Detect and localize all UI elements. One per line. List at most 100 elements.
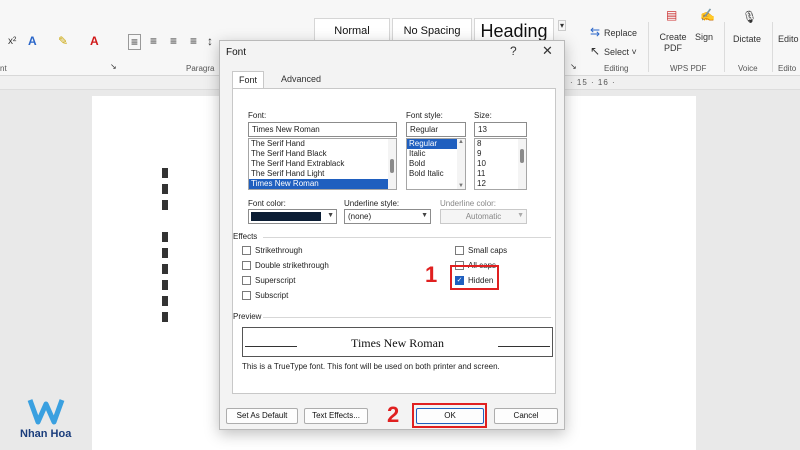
font-color-label: Font color:	[248, 199, 286, 208]
editing-group-label: Editing	[604, 64, 629, 73]
align-right-icon[interactable]: ≡	[170, 34, 177, 48]
paragraph-mark	[162, 296, 168, 306]
font-color-swatch	[251, 212, 321, 221]
strikethrough-checkbox[interactable]	[242, 246, 251, 255]
paragraph-mark	[162, 232, 168, 242]
replace-icon[interactable]: ⇆	[590, 25, 600, 39]
divider	[772, 22, 773, 72]
underline-style-dropdown[interactable]: (none) ▼	[344, 209, 431, 224]
underline-style-label: Underline style:	[344, 199, 400, 208]
font-name-list[interactable]: The Serif Hand The Serif Hand Black The …	[248, 138, 397, 190]
scroll-down-icon[interactable]: ▼	[458, 183, 464, 189]
step-1-label: 1	[425, 262, 438, 287]
font-dialog-launcher-icon[interactable]: ↘	[110, 62, 117, 71]
styles-more-icon[interactable]: ▾	[558, 20, 567, 31]
double-strikethrough-checkbox[interactable]	[242, 261, 251, 270]
paragraph-mark	[162, 264, 168, 274]
step-2-label: 2	[387, 402, 400, 427]
font-style-list[interactable]: Regular Italic Bold Bold Italic ▲ ▼	[406, 138, 466, 190]
text-effects-icon[interactable]: A	[28, 34, 37, 48]
divider	[263, 317, 551, 318]
microphone-icon: 🎙	[742, 10, 758, 24]
preview-line	[498, 346, 550, 347]
scrollbar[interactable]	[518, 139, 526, 189]
justify-icon[interactable]: ≡	[190, 34, 197, 48]
list-item[interactable]: The Serif Hand Light	[249, 169, 396, 179]
help-icon[interactable]: ?	[510, 44, 517, 58]
voice-group-label: Voice	[738, 64, 758, 73]
subscript-label[interactable]: Subscript	[255, 291, 288, 300]
double-strikethrough-label[interactable]: Double strikethrough	[255, 261, 329, 270]
preview-section-label: Preview	[233, 312, 262, 321]
list-item[interactable]: The Serif Hand Extrablack	[249, 159, 396, 169]
effects-section-label: Effects	[233, 232, 258, 241]
ok-highlight-box	[412, 403, 487, 428]
ruler-marks: · 15 · 16 ·	[570, 78, 616, 87]
tab-font[interactable]: Font	[232, 71, 265, 88]
create-pdf-icon: ▤	[666, 8, 678, 22]
tab-advanced[interactable]: Advanced	[275, 71, 327, 88]
preview-box: Times New Roman	[242, 327, 553, 357]
superscript-icon[interactable]: x²	[8, 36, 16, 47]
scrollbar[interactable]: ▲ ▼	[457, 139, 465, 189]
font-name-input[interactable]: Times New Roman	[248, 122, 397, 137]
styles-dialog-launcher-icon[interactable]: ↘	[570, 62, 577, 71]
editor-button[interactable]: Edito	[778, 34, 799, 44]
strikethrough-label[interactable]: Strikethrough	[255, 246, 303, 255]
wps-pdf-group-label: WPS PDF	[670, 64, 707, 73]
small-caps-checkbox[interactable]	[455, 246, 464, 255]
sign-icon: ✍	[700, 8, 715, 22]
set-as-default-button[interactable]: Set As Default	[226, 408, 298, 424]
underline-color-label: Underline color:	[440, 199, 497, 208]
font-color-dropdown[interactable]: ▼	[248, 209, 337, 224]
align-center-icon[interactable]: ≡	[150, 34, 157, 48]
line-spacing-icon[interactable]: ↕	[207, 34, 213, 48]
paragraph-mark	[162, 312, 168, 322]
highlight-icon[interactable]: ✎	[58, 34, 68, 48]
list-item[interactable]: The Serif Hand	[249, 139, 396, 149]
dictate-button[interactable]: Dictate	[733, 34, 761, 44]
superscript-checkbox[interactable]	[242, 276, 251, 285]
font-style-label: Font style:	[406, 111, 443, 120]
sign-button[interactable]: Sign	[695, 32, 713, 42]
create-pdf-button[interactable]: Create PDF	[658, 32, 688, 54]
hidden-highlight-box	[450, 265, 499, 290]
list-item[interactable]: The Serif Hand Black	[249, 149, 396, 159]
font-group-label: nt	[0, 64, 7, 73]
underline-color-dropdown[interactable]: Automatic ▼	[440, 209, 527, 224]
dialog-title: Font	[226, 47, 247, 58]
font-style-input[interactable]: Regular	[406, 122, 466, 137]
logo-text: Nhan Hoa	[20, 428, 72, 440]
scroll-up-icon[interactable]: ▲	[458, 139, 464, 145]
font-tab-panel: Font: Times New Roman The Serif Hand The…	[232, 88, 556, 394]
select-icon[interactable]: ↖	[590, 44, 600, 58]
chevron-down-icon: ▼	[517, 212, 524, 219]
scrollbar-thumb[interactable]	[520, 149, 524, 163]
chevron-down-icon: ▼	[327, 212, 334, 219]
font-color-icon[interactable]: A	[90, 34, 99, 48]
truetype-note: This is a TrueType font. This font will …	[242, 362, 500, 371]
text-effects-button[interactable]: Text Effects...	[304, 408, 368, 424]
paragraph-mark	[162, 168, 168, 178]
underline-color-value: Automatic	[465, 212, 502, 221]
paragraph-mark	[162, 200, 168, 210]
scrollbar[interactable]	[388, 139, 396, 189]
close-icon[interactable]: ✕	[542, 43, 553, 59]
select-button[interactable]: Select ˅	[604, 47, 637, 57]
size-label: Size:	[474, 111, 492, 120]
scrollbar-thumb[interactable]	[390, 159, 394, 173]
replace-button[interactable]: Replace	[604, 28, 637, 38]
chevron-down-icon: ▼	[421, 212, 428, 219]
small-caps-label[interactable]: Small caps	[468, 246, 507, 255]
font-size-input[interactable]: 13	[474, 122, 527, 137]
divider	[724, 22, 725, 72]
superscript-label[interactable]: Superscript	[255, 276, 295, 285]
editor-group-label: Edito	[778, 64, 797, 73]
font-size-list[interactable]: 8 9 10 11 12	[474, 138, 527, 190]
align-left-icon[interactable]: ≡	[128, 34, 142, 50]
divider	[263, 237, 551, 238]
list-item[interactable]: Times New Roman	[249, 179, 396, 189]
font-dialog: Font ? ✕ Font Advanced Font: Times New R…	[219, 40, 565, 430]
cancel-button[interactable]: Cancel	[494, 408, 558, 424]
subscript-checkbox[interactable]	[242, 291, 251, 300]
